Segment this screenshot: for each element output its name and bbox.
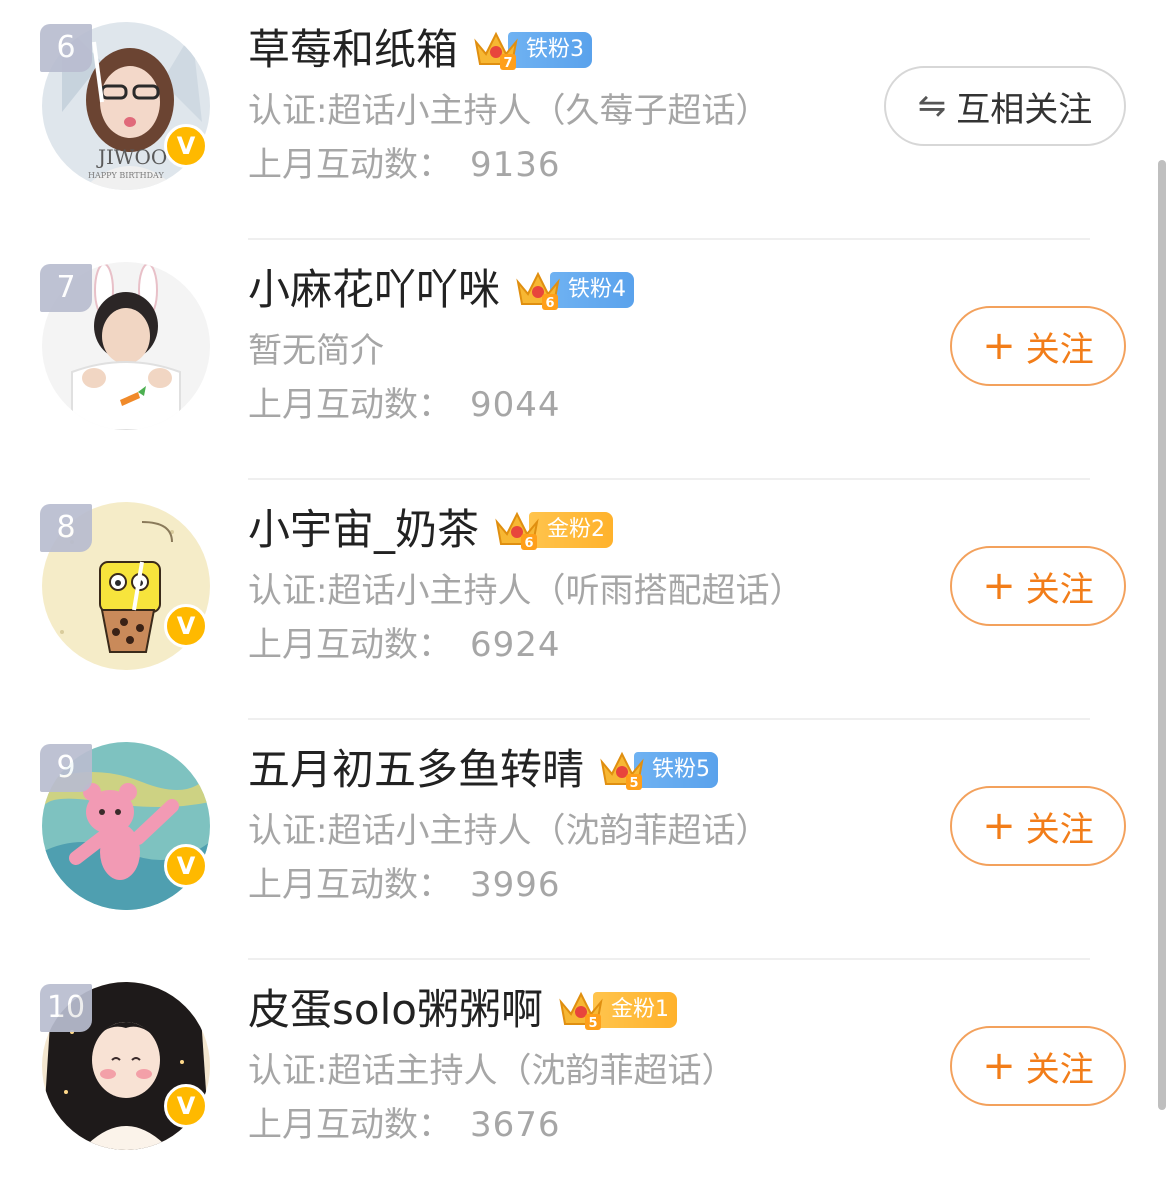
fan-level-badge[interactable]: 7 铁粉3 [470, 28, 593, 72]
user-name[interactable]: 小麻花吖吖咪 [248, 260, 500, 320]
stat-label: 上月互动数： [248, 865, 452, 905]
plus-icon: + [982, 323, 1016, 369]
user-description: 暂无简介 [248, 331, 384, 371]
follow-button-label: 关注 [1025, 329, 1094, 370]
verified-icon: V [164, 1084, 208, 1128]
list-item[interactable]: 10 V 皮蛋solo粥粥啊 5 金粉1 认证:超话主持人（沈韵菲超话） 上月互… [0, 960, 1170, 1200]
verified-icon: V [164, 844, 208, 888]
crown-icon: 5 [555, 988, 607, 1032]
crown-icon: 6 [512, 268, 564, 312]
name-line: 五月初五多鱼转晴 5 铁粉5 [248, 740, 719, 800]
stat-value: 3996 [470, 865, 561, 905]
name-line: 小麻花吖吖咪 6 铁粉4 [248, 260, 635, 320]
stat-value: 9136 [470, 145, 561, 185]
stat-label: 上月互动数： [248, 145, 452, 185]
interaction-stat: 上月互动数： 3676 [248, 1100, 561, 1150]
verified-icon: V [164, 124, 208, 168]
interaction-stat: 上月互动数： 9044 [248, 380, 561, 430]
crown-icon: 6 [491, 508, 543, 552]
user-description: 认证:超话小主持人（听雨搭配超话） [248, 571, 804, 611]
follow-button-label: 互相关注 [956, 89, 1093, 130]
name-line: 小宇宙_奶茶 6 金粉2 [248, 500, 614, 560]
stat-label: 上月互动数： [248, 1105, 452, 1145]
follow-button-label: 关注 [1025, 1049, 1094, 1090]
list-item[interactable]: 8 V 小宇宙_奶茶 6 金粉2 认证:超话小主持人（听雨搭配超话） 上月互动数… [0, 480, 1170, 720]
fan-level-badge[interactable]: 5 铁粉5 [596, 748, 719, 792]
follow-button[interactable]: + 关注 [950, 1026, 1126, 1106]
crown-number: 7 [503, 56, 512, 71]
verified-icon: V [164, 604, 208, 648]
fan-level-badge[interactable]: 5 金粉1 [555, 988, 677, 1032]
stat-label: 上月互动数： [248, 385, 452, 425]
follow-button-label: 关注 [1025, 569, 1094, 610]
plus-icon: + [982, 1043, 1016, 1089]
interaction-stat: 上月互动数： 6924 [248, 620, 561, 670]
list-item[interactable]: 7 小麻花吖吖咪 6 铁粉4 暂无简介 上月互动数： 9044 + 关注 [0, 240, 1170, 480]
user-description: 认证:超话小主持人（沈韵菲超话） [248, 811, 770, 851]
crown-icon: 7 [470, 28, 522, 72]
follow-button[interactable]: + 关注 [950, 786, 1126, 866]
interaction-stat: 上月互动数： 9136 [248, 140, 561, 190]
rank-badge: 9 [40, 744, 92, 792]
rank-badge: 6 [40, 24, 92, 72]
avatar-caption: JIWOO [96, 145, 167, 169]
user-name[interactable]: 五月初五多鱼转晴 [248, 740, 584, 800]
stat-value: 6924 [470, 625, 561, 665]
user-description: 认证:超话小主持人（久莓子超话） [248, 91, 770, 131]
rank-badge: 10 [40, 984, 92, 1032]
plus-icon: + [982, 563, 1016, 609]
user-description: 认证:超话主持人（沈韵菲超话） [248, 1051, 736, 1091]
rank-badge: 7 [40, 264, 92, 312]
scrollbar[interactable] [1158, 160, 1166, 1110]
fan-level-badge[interactable]: 6 金粉2 [491, 508, 614, 552]
mutual-follow-button[interactable]: ⇋ 互相关注 [884, 66, 1126, 146]
crown-number: 5 [588, 1016, 597, 1031]
follow-button[interactable]: + 关注 [950, 306, 1126, 386]
plus-icon: + [982, 803, 1016, 849]
user-name[interactable]: 草莓和纸箱 [248, 20, 458, 80]
crown-number: 6 [545, 296, 554, 311]
list-item[interactable]: JIWOO HAPPY BIRTHDAY 6 V 草莓和纸箱 7 铁粉3 认证:… [0, 0, 1170, 240]
avatar-subcaption: HAPPY BIRTHDAY [88, 171, 164, 180]
stat-value: 9044 [470, 385, 561, 425]
user-name[interactable]: 皮蛋solo粥粥啊 [248, 980, 543, 1040]
fan-level-badge[interactable]: 6 铁粉4 [512, 268, 635, 312]
follow-button-label: 关注 [1025, 809, 1094, 850]
list-item[interactable]: 9 V 五月初五多鱼转晴 5 铁粉5 认证:超话小主持人（沈韵菲超话） 上月互动… [0, 720, 1170, 960]
name-line: 皮蛋solo粥粥啊 5 金粉1 [248, 980, 677, 1040]
crown-icon: 5 [596, 748, 648, 792]
crown-number: 5 [629, 776, 638, 791]
mutual-follow-icon: ⇋ [917, 86, 947, 126]
stat-label: 上月互动数： [248, 625, 452, 665]
interaction-stat: 上月互动数： 3996 [248, 860, 561, 910]
name-line: 草莓和纸箱 7 铁粉3 [248, 20, 593, 80]
follow-button[interactable]: + 关注 [950, 546, 1126, 626]
crown-number: 6 [524, 536, 533, 551]
user-name[interactable]: 小宇宙_奶茶 [248, 500, 479, 560]
stat-value: 3676 [470, 1105, 561, 1145]
rank-badge: 8 [40, 504, 92, 552]
